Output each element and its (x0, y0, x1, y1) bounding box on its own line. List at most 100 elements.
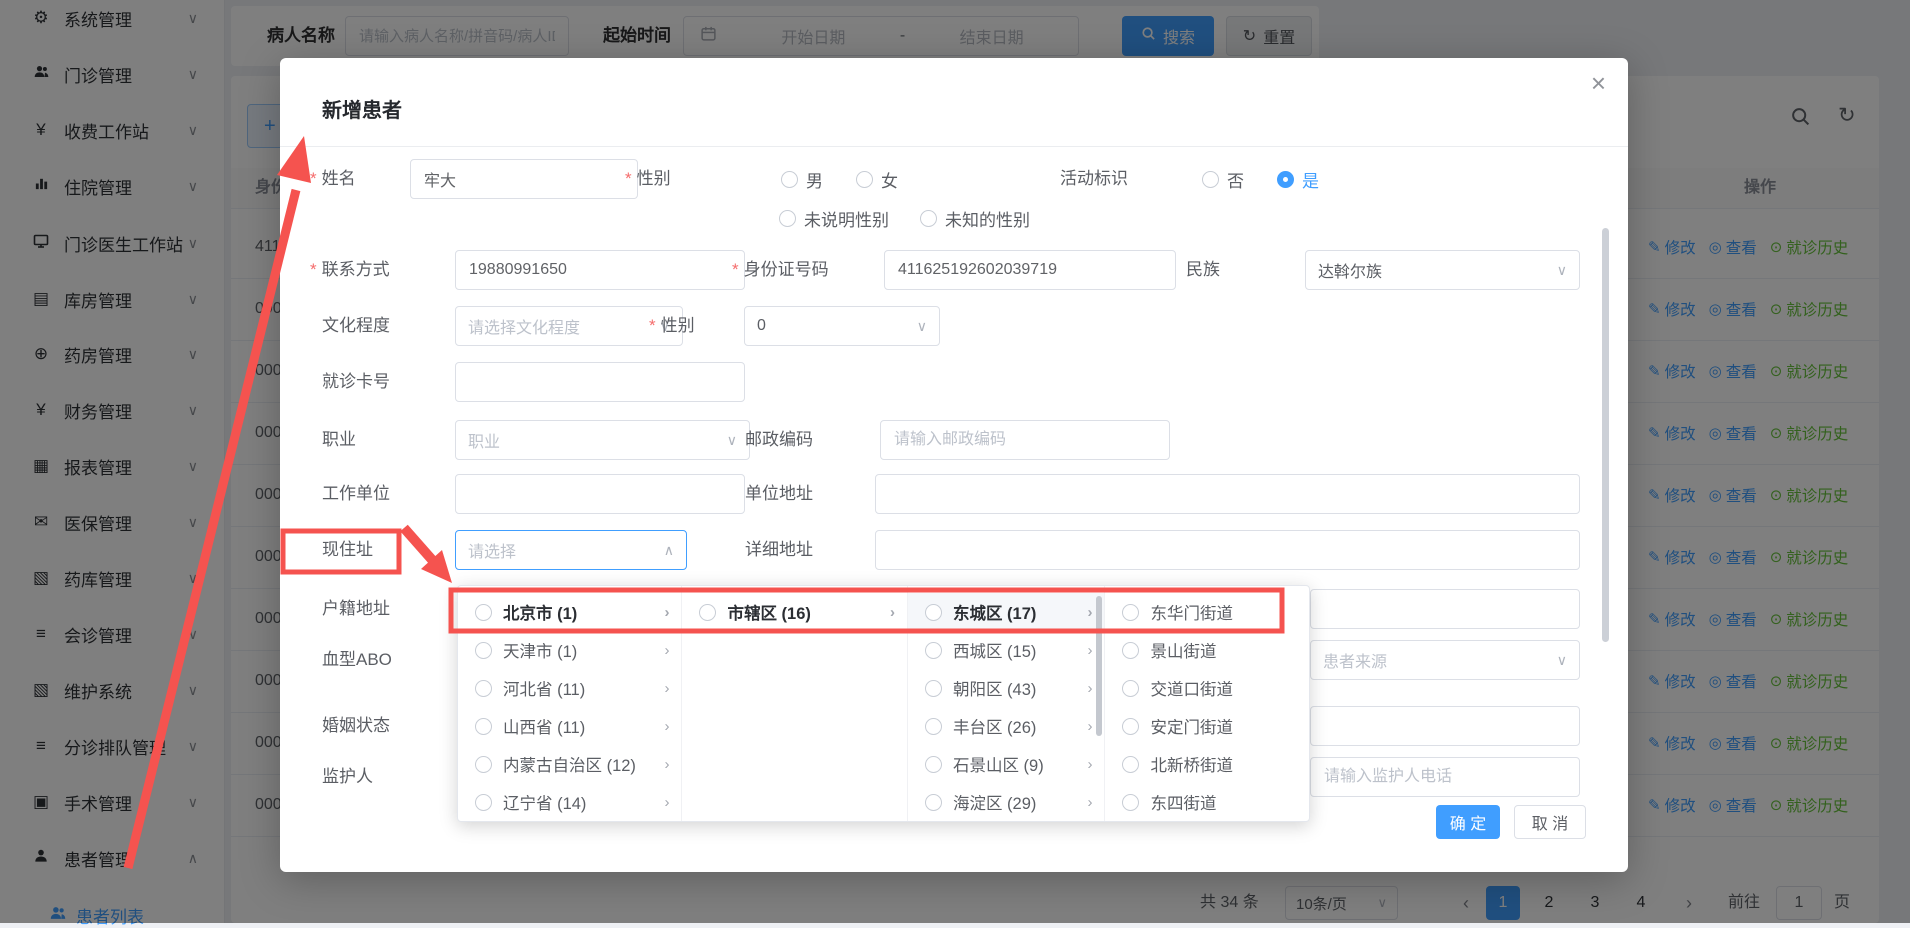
contact-label: *联系方式 (310, 250, 390, 290)
occupation-select[interactable]: 职业∨ (455, 420, 750, 460)
radio-icon (925, 642, 942, 659)
radio-icon (925, 680, 942, 697)
guardian-label: 监护人 (322, 757, 373, 797)
radio-icon (475, 756, 492, 773)
chevron-down-icon: ∨ (917, 318, 927, 335)
detail-addr-input[interactable] (875, 530, 1580, 570)
cascader-option-shanxi[interactable]: 山西省 (11)› (458, 707, 681, 745)
chevron-right-icon: › (1087, 756, 1092, 773)
cascader-district-column: 东城区 (17)› 西城区 (15)› 朝阳区 (43)› 丰台区 (26)› … (908, 586, 1106, 821)
radio-icon (1122, 718, 1139, 735)
chevron-right-icon: › (664, 642, 669, 659)
confirm-button[interactable]: 确 定 (1436, 805, 1500, 839)
cascader-option-haidian[interactable]: 海淀区 (29)› (908, 783, 1105, 821)
household-extra-input[interactable] (1310, 589, 1580, 629)
chevron-right-icon: › (664, 756, 669, 773)
active-radio-yes[interactable]: 是 (1277, 159, 1319, 199)
cascader-option-shijingshan[interactable]: 石景山区 (9)› (908, 745, 1105, 783)
chevron-down-icon: ∨ (727, 432, 737, 449)
visit-card-input[interactable] (455, 362, 745, 402)
address-cascader-panel: 北京市 (1)› 天津市 (1)› 河北省 (11)› 山西省 (11)› 内蒙… (457, 585, 1310, 822)
chevron-up-icon: ∧ (664, 542, 674, 559)
cascader-province-column: 北京市 (1)› 天津市 (1)› 河北省 (11)› 山西省 (11)› 内蒙… (458, 586, 682, 821)
radio-icon (475, 718, 492, 735)
name-input[interactable] (410, 159, 638, 199)
employer-input[interactable] (455, 474, 745, 514)
cascader-street-column: 东华门街道 景山街道 交道口街道 安定门街道 北新桥街道 东四街道 (1105, 586, 1309, 821)
cascader-option-dongcheng[interactable]: 东城区 (17)› (908, 593, 1105, 631)
employer-addr-label: 单位地址 (745, 474, 813, 514)
modal-scrollbar[interactable] (1602, 228, 1609, 642)
occupation-label: 职业 (322, 420, 356, 460)
cascader-option-fengtai[interactable]: 丰台区 (26)› (908, 707, 1105, 745)
radio-icon (1122, 794, 1139, 811)
cascader-option-xicheng[interactable]: 西城区 (15)› (908, 631, 1105, 669)
radio-icon (475, 794, 492, 811)
current-address-label: 现住址 (322, 530, 373, 570)
contact-input[interactable] (455, 250, 745, 290)
radio-icon (925, 794, 942, 811)
nation-select[interactable]: 达斡尔族∨ (1305, 250, 1580, 290)
household-label: 户籍地址 (322, 589, 390, 629)
education-label: 文化程度 (322, 306, 390, 346)
gender-radio-male[interactable]: 男 (781, 159, 823, 199)
employer-label: 工作单位 (322, 474, 390, 514)
cascader-option-beijing[interactable]: 北京市 (1)› (458, 593, 681, 631)
radio-icon (925, 604, 942, 621)
cascader-option-dongsi[interactable]: 东四街道 (1105, 783, 1309, 821)
radio-selected-icon (1277, 171, 1294, 188)
chevron-right-icon: › (1087, 794, 1092, 811)
radio-icon (925, 756, 942, 773)
gender2-select[interactable]: 0∨ (744, 306, 940, 346)
blood-type-label: 血型ABO (322, 640, 392, 680)
cancel-button[interactable]: 取 消 (1514, 805, 1586, 839)
gender-label: *性别 (625, 159, 671, 199)
cascader-option-beixinqiao[interactable]: 北新桥街道 (1105, 745, 1309, 783)
cascader-option-jingshan[interactable]: 景山街道 (1105, 631, 1309, 669)
idcard-label: *身份证号码 (732, 250, 829, 290)
gender-radio-female[interactable]: 女 (856, 159, 898, 199)
chevron-down-icon: ∨ (1557, 652, 1567, 669)
gender-radio-unstated[interactable]: 未说明性别 (779, 198, 889, 238)
chevron-right-icon: › (664, 794, 669, 811)
chevron-right-icon: › (1087, 718, 1092, 735)
active-radio-no[interactable]: 否 (1202, 159, 1244, 199)
radio-icon (1122, 604, 1139, 621)
cascader-option-neimenggu[interactable]: 内蒙古自治区 (12)› (458, 745, 681, 783)
cascader-option-hebei[interactable]: 河北省 (11)› (458, 669, 681, 707)
cascader-option-andingmen[interactable]: 安定门街道 (1105, 707, 1309, 745)
current-address-cascader[interactable]: 请选择∧ (455, 530, 687, 570)
radio-icon (475, 604, 492, 621)
postal-input[interactable] (880, 420, 1170, 460)
cascader-option-chaoyang[interactable]: 朝阳区 (43)› (908, 669, 1105, 707)
chevron-right-icon: › (1087, 642, 1092, 659)
marriage-extra-input[interactable] (1310, 706, 1580, 746)
column-scrollbar[interactable] (1096, 596, 1102, 736)
chevron-right-icon: › (1087, 604, 1092, 621)
radio-icon (1122, 680, 1139, 697)
chevron-right-icon: › (664, 604, 669, 621)
cascader-option-shixiaqu[interactable]: 市辖区 (16)› (682, 593, 906, 631)
radio-icon (475, 642, 492, 659)
cascader-option-jiaodaokou[interactable]: 交道口街道 (1105, 669, 1309, 707)
modal-title: 新增患者 (322, 94, 402, 123)
chevron-right-icon: › (890, 604, 895, 621)
chevron-right-icon: › (664, 680, 669, 697)
chevron-down-icon: ∨ (1557, 262, 1567, 279)
gender-radio-unknown[interactable]: 未知的性别 (920, 198, 1030, 238)
close-icon[interactable]: × (1591, 68, 1606, 99)
cascader-option-tianjin[interactable]: 天津市 (1)› (458, 631, 681, 669)
postal-label: 邮政编码 (745, 420, 813, 460)
patient-source-select[interactable]: 患者来源∨ (1310, 640, 1580, 680)
nation-label: 民族 (1186, 250, 1220, 290)
cascader-option-liaoning[interactable]: 辽宁省 (14)› (458, 783, 681, 821)
cascader-option-donghuamen[interactable]: 东华门街道 (1105, 593, 1309, 631)
idcard-input[interactable] (884, 250, 1176, 290)
chevron-right-icon: › (664, 718, 669, 735)
gender2-label: *性别 (649, 306, 695, 346)
employer-addr-input[interactable] (875, 474, 1580, 514)
divider (280, 146, 1628, 147)
radio-icon (699, 604, 716, 621)
cascader-city-column: 市辖区 (16)› (682, 586, 907, 821)
guardian-phone-input[interactable] (1310, 757, 1580, 797)
